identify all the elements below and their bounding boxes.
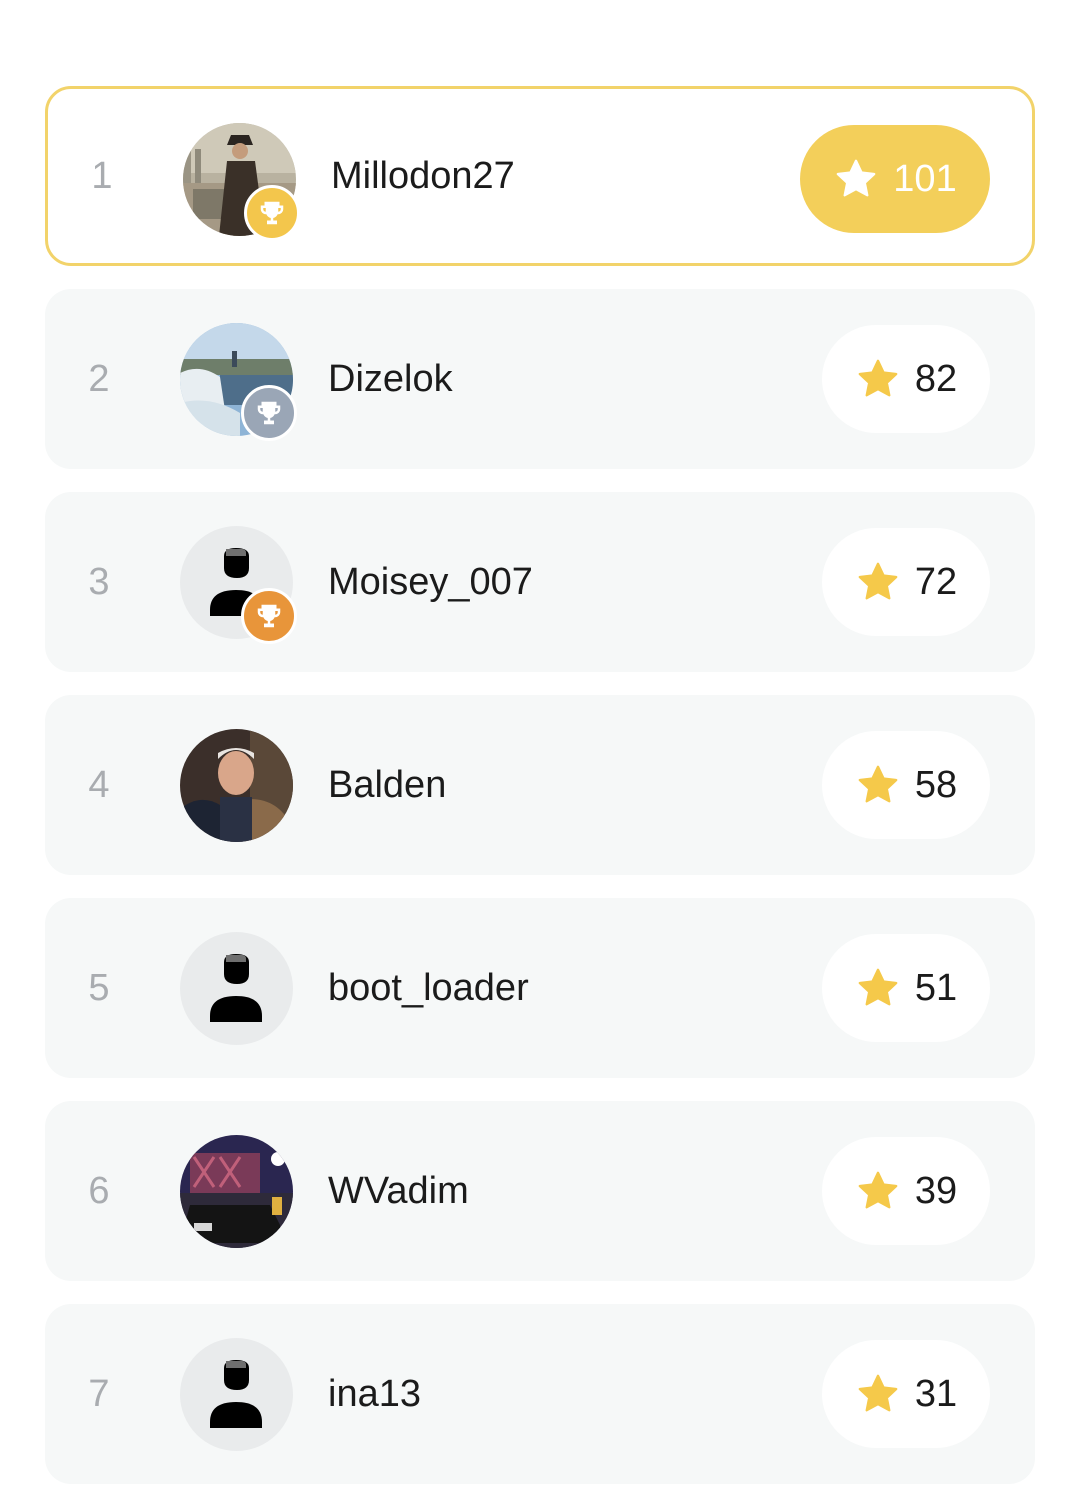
star-icon	[858, 562, 898, 600]
username: Moisey_007	[328, 560, 533, 603]
rank-number: 5	[88, 966, 110, 1009]
leaderboard-list: 1 Millodon27 101 2 Dizelok 82 3 Moisey_0…	[45, 86, 1035, 1507]
rank-number: 1	[91, 154, 113, 197]
star-icon	[858, 968, 898, 1006]
avatar[interactable]	[180, 729, 293, 842]
score-pill: 72	[822, 528, 990, 636]
username: Millodon27	[331, 154, 515, 197]
leaderboard-row[interactable]: 7 ina13 31	[45, 1304, 1035, 1484]
avatar[interactable]	[180, 932, 293, 1045]
leaderboard-row[interactable]: 6 WVadim 39	[45, 1101, 1035, 1281]
score-value: 31	[914, 1372, 958, 1415]
score-value: 39	[914, 1169, 958, 1212]
score-pill: 58	[822, 731, 990, 839]
username: Dizelok	[328, 357, 453, 400]
score-pill: 101	[800, 125, 990, 233]
star-icon	[858, 1374, 898, 1412]
avatar[interactable]	[180, 1135, 293, 1248]
leaderboard-row[interactable]: 2 Dizelok 82	[45, 289, 1035, 469]
username: Balden	[328, 763, 447, 806]
trophy-silver-icon	[241, 385, 297, 441]
score-pill: 39	[822, 1137, 990, 1245]
trophy-gold-icon	[244, 185, 300, 241]
score-value: 72	[914, 560, 958, 603]
rank-number: 4	[88, 763, 110, 806]
user-icon	[180, 1338, 293, 1451]
leaderboard-row[interactable]: 5 boot_loader 51	[45, 898, 1035, 1078]
rank-number: 3	[88, 560, 110, 603]
score-value: 82	[914, 357, 958, 400]
user-icon	[180, 932, 293, 1045]
score-value: 58	[914, 763, 958, 806]
username: WVadim	[328, 1169, 469, 1212]
rank-number: 6	[88, 1169, 110, 1212]
rank-number: 7	[88, 1372, 110, 1415]
score-pill: 31	[822, 1340, 990, 1448]
star-icon	[858, 765, 898, 803]
score-pill: 82	[822, 325, 990, 433]
star-icon	[836, 159, 876, 197]
avatar[interactable]	[180, 1338, 293, 1451]
rank-number: 2	[88, 357, 110, 400]
username: boot_loader	[328, 966, 529, 1009]
leaderboard-row[interactable]: 3 Moisey_007 72	[45, 492, 1035, 672]
trophy-bronze-icon	[241, 588, 297, 644]
star-icon	[858, 1171, 898, 1209]
score-value: 101	[893, 157, 957, 200]
score-pill: 51	[822, 934, 990, 1042]
leaderboard-row[interactable]: 4 Balden 58	[45, 695, 1035, 875]
username: ina13	[328, 1372, 421, 1415]
leaderboard-row[interactable]: 1 Millodon27 101	[45, 86, 1035, 266]
score-value: 51	[914, 966, 958, 1009]
star-icon	[858, 359, 898, 397]
